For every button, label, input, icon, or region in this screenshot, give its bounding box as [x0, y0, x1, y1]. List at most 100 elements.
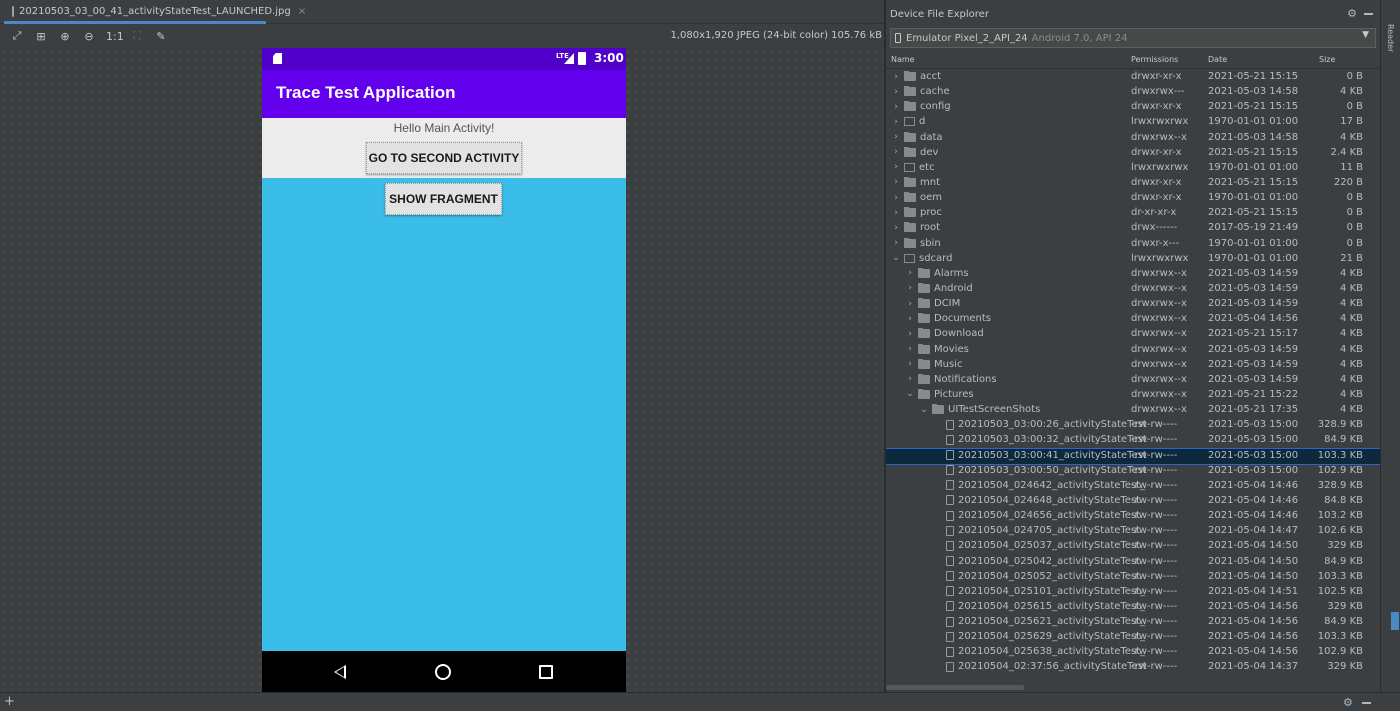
back-icon[interactable] — [334, 665, 346, 679]
chevron-right-icon[interactable]: › — [891, 177, 901, 187]
folder-row[interactable]: › DCIM drwxrwx--x 2021-05-03 14:59 4 KB — [886, 297, 1381, 312]
file-row[interactable]: 20210504_024642_activityStateTest_ -rw-rw… — [886, 479, 1381, 494]
add-icon[interactable]: + — [4, 694, 15, 709]
file-row[interactable]: 20210503_03:00:41_activityStateTest -rw-r… — [886, 447, 1381, 465]
chevron-right-icon[interactable]: › — [905, 283, 915, 293]
folder-row[interactable]: › sbin drwxr-x--- 1970-01-01 01:00 0 B — [886, 237, 1381, 252]
file-table-header: Name Permissions Date Size — [886, 52, 1381, 69]
folder-row[interactable]: › mnt drwxr-xr-x 2021-05-21 15:15 220 B — [886, 176, 1381, 191]
file-row[interactable]: 20210504_025042_activityStateTest -rw-rw-… — [886, 555, 1381, 570]
signal-icon — [564, 53, 574, 64]
chevron-right-icon[interactable]: › — [891, 238, 901, 248]
folder-row[interactable]: › etc lrwxrwxrwx 1970-01-01 01:00 11 B — [886, 161, 1381, 176]
chevron-right-icon[interactable]: › — [905, 374, 915, 384]
column-name[interactable]: Name — [891, 55, 915, 64]
folder-row[interactable]: › proc dr-xr-xr-x 2021-05-21 15:15 0 B — [886, 206, 1381, 221]
gear-icon[interactable]: ⚙ — [1347, 7, 1357, 20]
chevron-right-icon[interactable]: › — [905, 359, 915, 369]
file-row[interactable]: 20210504_02:37:56_activityStateTest -rw-r… — [886, 660, 1381, 675]
file-icon — [946, 571, 954, 582]
file-name: acct — [920, 71, 942, 82]
column-size[interactable]: Size — [1319, 55, 1335, 64]
horizontal-scrollbar[interactable] — [886, 685, 1024, 690]
chevron-down-icon[interactable]: ⌄ — [919, 405, 929, 415]
chevron-right-icon[interactable]: › — [905, 344, 915, 354]
file-row[interactable]: 20210503_03:00:32_activityStateTest -rw-r… — [886, 433, 1381, 448]
row-name: › DCIM — [905, 298, 960, 309]
chevron-right-icon[interactable]: › — [891, 102, 901, 112]
chevron-right-icon[interactable]: › — [905, 268, 915, 278]
file-name: 20210504_025042_activityStateTest — [958, 555, 1141, 567]
device-dropdown[interactable]: Emulator Pixel_2_API_24 Android 7.0, API… — [890, 28, 1376, 48]
folder-row[interactable]: ⌄ Pictures drwxrwx--x 2021-05-21 15:22 4 KB — [886, 388, 1381, 403]
file-date: 2021-05-03 15:00 — [1208, 449, 1299, 461]
folder-row[interactable]: › config drwxr-xr-x 2021-05-21 15:15 0 B — [886, 100, 1381, 115]
file-row[interactable]: 20210504_025101_activityStateTest_ -rw-rw… — [886, 585, 1381, 600]
file-row[interactable]: 20210503_03:00:26_activityStateTest -rw-r… — [886, 418, 1381, 433]
actual-size-button[interactable]: 1:1 — [106, 30, 124, 43]
file-row[interactable]: 20210504_024705_activityStateTest -rw-rw-… — [886, 524, 1381, 539]
folder-row[interactable]: › Documents drwxrwx--x 2021-05-04 14:56 4 KB — [886, 312, 1381, 327]
folder-row[interactable]: › data drwxrwx--x 2021-05-03 14:58 4 KB — [886, 131, 1381, 146]
chevron-right-icon[interactable]: › — [905, 314, 915, 324]
file-row[interactable]: 20210503_03:00:50_activityStateTest -rw-r… — [886, 464, 1381, 479]
folder-row[interactable]: › Notifications drwxrwx--x 2021-05-03 14:59… — [886, 373, 1381, 388]
fit-window-icon[interactable]: ⛶ — [130, 29, 144, 43]
chevron-down-icon[interactable]: ⌄ — [905, 389, 915, 399]
folder-row[interactable]: › dev drwxr-xr-x 2021-05-21 15:15 2.4 KB — [886, 146, 1381, 161]
chevron-right-icon[interactable]: › — [891, 117, 901, 127]
zoom-in-icon[interactable]: ⊕ — [58, 30, 72, 43]
color-picker-icon[interactable]: ✎ — [154, 30, 168, 43]
chevron-right-icon[interactable]: › — [905, 299, 915, 309]
folder-row[interactable]: › oem drwxr-xr-x 1970-01-01 01:00 0 B — [886, 191, 1381, 206]
folder-row[interactable]: › Alarms drwxrwx--x 2021-05-03 14:59 4 KB — [886, 267, 1381, 282]
main-activity-area: Hello Main Activity! GO TO SECOND ACTIVI… — [262, 118, 626, 178]
folder-row[interactable]: › Music drwxrwx--x 2021-05-03 14:59 4 KB — [886, 358, 1381, 373]
chevron-right-icon[interactable]: › — [891, 147, 901, 157]
folder-row[interactable]: › Download drwxrwx--x 2021-05-21 15:17 4 KB — [886, 327, 1381, 342]
go-to-second-activity-button[interactable]: GO TO SECOND ACTIVITY — [366, 142, 522, 174]
tab-close-icon[interactable]: × — [298, 6, 306, 17]
folder-row[interactable]: › d lrwxrwxrwx 1970-01-01 01:00 17 B — [886, 115, 1381, 130]
file-row[interactable]: 20210504_025037_activityStateTest -rw-rw-… — [886, 539, 1381, 554]
chevron-right-icon[interactable]: › — [891, 87, 901, 97]
chevron-down-icon[interactable]: ⌄ — [891, 253, 901, 263]
file-row[interactable]: 20210504_025052_activityStateTest -rw-rw-… — [886, 570, 1381, 585]
folder-row[interactable]: ⌄ UITestScreenShots drwxrwx--x 2021-05-21 1… — [886, 403, 1381, 418]
chevron-right-icon[interactable]: › — [905, 329, 915, 339]
minimize-icon[interactable] — [1364, 13, 1373, 15]
settings-gear-icon[interactable]: ⚙ — [1343, 696, 1353, 709]
folder-row[interactable]: › Android drwxrwx--x 2021-05-03 14:59 4 KB — [886, 282, 1381, 297]
file-row[interactable]: 20210504_025615_activityStateTest_ -rw-rw… — [886, 600, 1381, 615]
chevron-right-icon[interactable]: › — [891, 223, 901, 233]
show-fragment-button[interactable]: SHOW FRAGMENT — [385, 183, 502, 215]
hide-panel-icon[interactable] — [1362, 702, 1371, 704]
fit-zoom-icon[interactable]: ⤢ — [10, 29, 24, 43]
grid-toggle-icon[interactable]: ⊞ — [34, 30, 48, 43]
chevron-right-icon[interactable]: › — [891, 72, 901, 82]
folder-row[interactable]: › root drwx------ 2017-05-19 21:49 0 B — [886, 221, 1381, 236]
home-icon[interactable] — [435, 664, 451, 680]
folder-row[interactable]: ⌄ sdcard lrwxrwxrwx 1970-01-01 01:00 21 B — [886, 252, 1381, 267]
chevron-right-icon[interactable]: › — [891, 132, 901, 142]
chevron-right-icon[interactable]: › — [891, 208, 901, 218]
editor-tab[interactable]: 20210503_03_00_41_activityStateTest_LAUN… — [4, 2, 306, 24]
column-permissions[interactable]: Permissions — [1131, 55, 1178, 64]
file-row[interactable]: 20210504_025629_activityStateTest_ -rw-rw… — [886, 630, 1381, 645]
file-row[interactable]: 20210504_025621_activityStateTest_ -rw-rw… — [886, 615, 1381, 630]
zoom-out-icon[interactable]: ⊖ — [82, 30, 96, 43]
folder-row[interactable]: › Movies drwxrwx--x 2021-05-03 14:59 4 KB — [886, 343, 1381, 358]
recents-icon[interactable] — [539, 665, 553, 679]
file-date: 2021-05-21 15:15 — [1208, 146, 1299, 158]
column-date[interactable]: Date — [1208, 55, 1227, 64]
chevron-right-icon[interactable]: › — [891, 193, 901, 203]
folder-row[interactable]: › acct drwxr-xr-x 2021-05-21 15:15 0 B — [886, 70, 1381, 85]
file-row[interactable]: 20210504_024648_activityStateTest -rw-rw-… — [886, 494, 1381, 509]
reader-mode-tab[interactable]: Reader — [1386, 24, 1395, 52]
file-row[interactable]: 20210504_024656_activityStateTest -rw-rw-… — [886, 509, 1381, 524]
folder-row[interactable]: › cache drwxrwx--- 2021-05-03 14:58 4 KB — [886, 85, 1381, 100]
file-row[interactable]: 20210504_025638_activityStateTest_ -rw-rw… — [886, 645, 1381, 660]
folder-icon — [904, 192, 916, 203]
file-name: Documents — [934, 313, 992, 325]
chevron-right-icon[interactable]: › — [891, 162, 901, 172]
